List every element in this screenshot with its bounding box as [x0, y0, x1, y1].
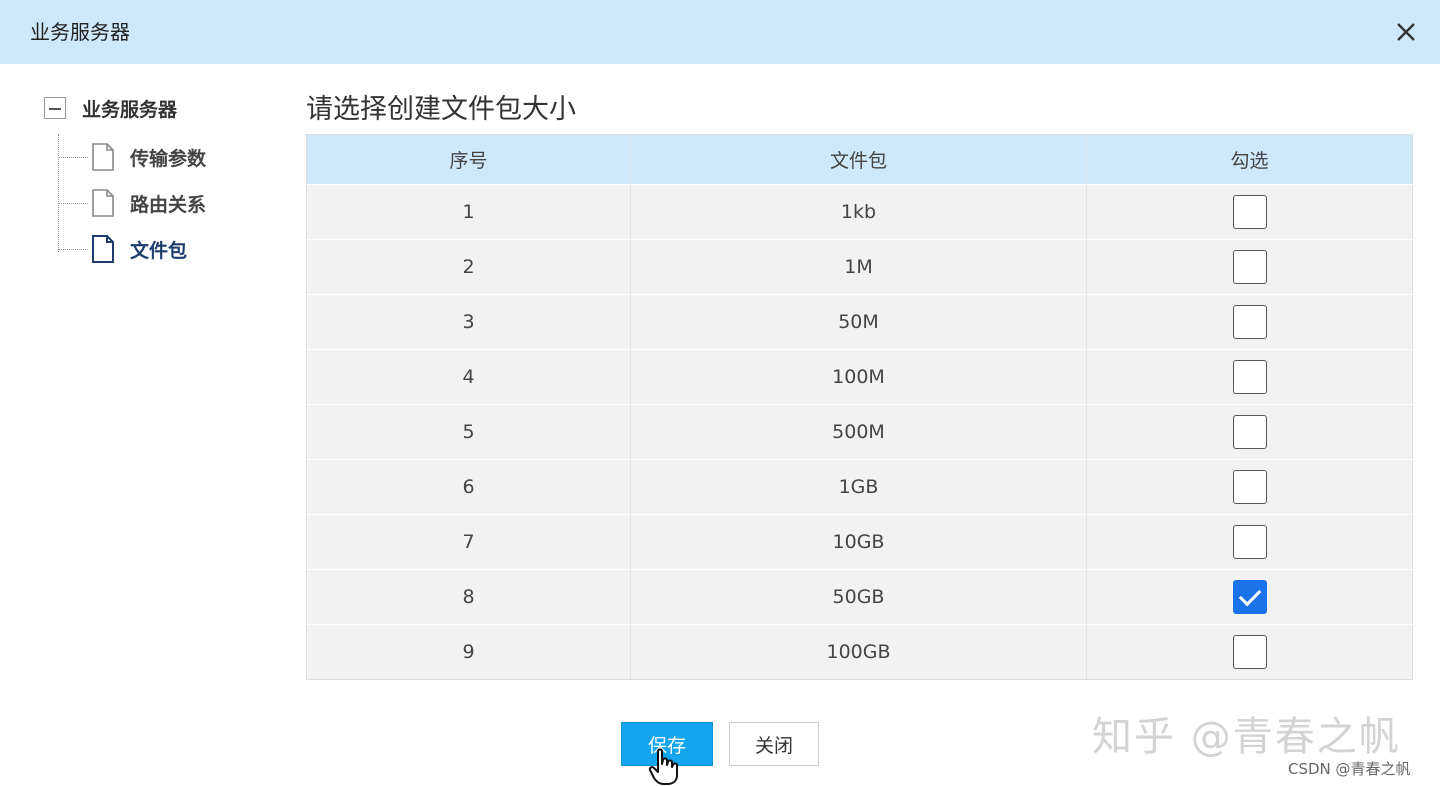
row-checkbox[interactable] [1232, 525, 1267, 559]
tree-item-file-package[interactable]: 文件包 [58, 234, 187, 264]
row-checkbox[interactable] [1232, 360, 1267, 394]
cell-select [1086, 239, 1413, 295]
cell-package-size: 1M [630, 239, 1087, 295]
cell-index: 9 [306, 624, 631, 680]
table-header-row: 序号 文件包 勾选 [306, 134, 1413, 185]
file-icon [92, 235, 114, 263]
watermark-zhihu: 知乎 @青春之帆 [1092, 714, 1401, 760]
row-checkbox[interactable] [1232, 195, 1267, 229]
row-checkbox[interactable] [1232, 580, 1267, 614]
table-row: 1 1kb [306, 184, 1413, 240]
cell-select [1086, 294, 1413, 350]
business-server-dialog: 业务服务器 业务服务器 传输参数 路由关系 文件包 请选择创建文件包大小 序号 … [0, 0, 1440, 786]
cell-select [1086, 624, 1413, 680]
table-row: 6 1GB [306, 459, 1413, 515]
close-button[interactable]: 关闭 [729, 722, 819, 766]
row-checkbox[interactable] [1232, 305, 1267, 339]
cell-index: 3 [306, 294, 631, 350]
close-icon[interactable] [1392, 18, 1420, 46]
table-row: 3 50M [306, 294, 1413, 350]
cell-select [1086, 349, 1413, 405]
row-checkbox[interactable] [1232, 635, 1267, 669]
row-checkbox[interactable] [1232, 250, 1267, 284]
cell-select [1086, 459, 1413, 515]
nav-tree: 业务服务器 传输参数 路由关系 文件包 [0, 64, 290, 704]
tree-item-label: 路由关系 [130, 193, 207, 216]
cell-select [1086, 569, 1413, 625]
tree-item-label: 文件包 [130, 239, 188, 262]
row-checkbox[interactable] [1232, 470, 1267, 504]
table-row: 5 500M [306, 404, 1413, 460]
file-icon [92, 143, 114, 171]
tree-item-label: 传输参数 [130, 147, 207, 170]
watermark-csdn: CSDN @青春之帆 [1288, 760, 1411, 778]
cell-package-size: 1kb [630, 184, 1087, 240]
cell-package-size: 50GB [630, 569, 1087, 625]
table-row: 4 100M [306, 349, 1413, 405]
cell-index: 6 [306, 459, 631, 515]
cell-select [1086, 514, 1413, 570]
cell-index: 1 [306, 184, 631, 240]
row-checkbox[interactable] [1232, 415, 1267, 449]
cell-index: 4 [306, 349, 631, 405]
dialog-header: 业务服务器 [0, 0, 1440, 64]
hand-cursor-icon [648, 748, 678, 785]
file-package-table: 序号 文件包 勾选 1 1kb 2 1M 3 50M 4 100M 5 500M 6 1GB 7 10GB… [306, 134, 1413, 680]
tree-root[interactable]: 业务服务器 [44, 96, 178, 121]
cell-index: 7 [306, 514, 631, 570]
collapse-icon[interactable] [44, 97, 66, 119]
cell-package-size: 500M [630, 404, 1087, 460]
cell-package-size: 1GB [630, 459, 1087, 515]
page-title: 请选择创建文件包大小 [306, 94, 576, 125]
file-icon [92, 189, 114, 217]
column-header-select: 勾选 [1086, 134, 1413, 185]
cell-index: 8 [306, 569, 631, 625]
tree-root-label: 业务服务器 [82, 98, 178, 121]
tree-item-transfer-params[interactable]: 传输参数 [58, 142, 206, 172]
tree-item-routing[interactable]: 路由关系 [58, 188, 206, 218]
table-row: 9 100GB [306, 624, 1413, 680]
cell-package-size: 10GB [630, 514, 1087, 570]
column-header-package: 文件包 [630, 134, 1087, 185]
table-row: 8 50GB [306, 569, 1413, 625]
dialog-title: 业务服务器 [30, 20, 130, 44]
column-header-index: 序号 [306, 134, 631, 185]
cell-index: 2 [306, 239, 631, 295]
cell-package-size: 100M [630, 349, 1087, 405]
cell-package-size: 50M [630, 294, 1087, 350]
cell-package-size: 100GB [630, 624, 1087, 680]
table-row: 7 10GB [306, 514, 1413, 570]
cell-select [1086, 404, 1413, 460]
table-row: 2 1M [306, 239, 1413, 295]
cell-select [1086, 184, 1413, 240]
cell-index: 5 [306, 404, 631, 460]
